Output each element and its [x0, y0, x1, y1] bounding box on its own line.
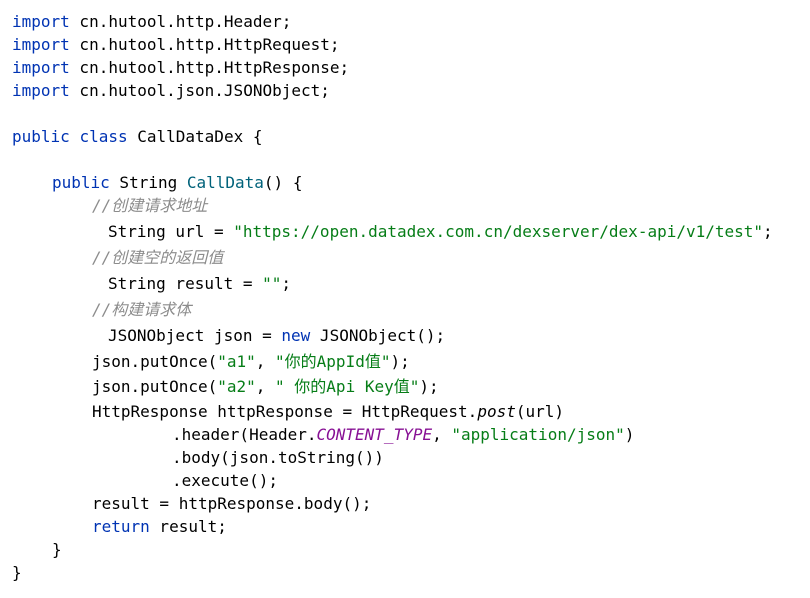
put-key-string: "a2": [217, 377, 256, 396]
keyword-class: class: [79, 127, 128, 146]
method-signature-tail: () {: [263, 173, 303, 192]
import-line: import cn.hutool.json.JSONObject;: [12, 81, 330, 101]
json-declaration: JSONObject json = new JSONObject();: [108, 326, 445, 346]
put-separator: ,: [255, 377, 276, 396]
post-args: (url): [515, 402, 565, 421]
put-start: json.putOnce(: [92, 352, 218, 371]
result-declaration: String result = "";: [108, 274, 291, 294]
result-assignment: result = httpResponse.body();: [92, 494, 372, 513]
keyword-return: return: [92, 517, 150, 536]
result-decl: String result =: [108, 274, 263, 293]
keyword-new: new: [281, 326, 311, 345]
put-separator: ,: [255, 352, 276, 371]
keyword-import: import: [12, 12, 70, 31]
method-return-type: String: [109, 173, 187, 192]
url-decl: String url =: [108, 222, 234, 241]
empty-string: "": [262, 274, 282, 293]
class-name: CallDataDex {: [127, 127, 263, 146]
execute-call: .execute();: [172, 471, 278, 490]
body-call: .body(json.toString()): [172, 448, 384, 467]
import-line: import cn.hutool.http.HttpRequest;: [12, 35, 340, 55]
url-string: "https://open.datadex.com.cn/dexserver/d…: [233, 222, 764, 241]
keyword-public: public: [52, 173, 110, 192]
comment-line: //创建请求地址: [92, 196, 208, 215]
code-editor[interactable]: import cn.hutool.http.Header; import cn.…: [0, 0, 810, 598]
comment-line: //构建请求体: [92, 300, 192, 319]
put-once-call: json.putOnce("a2", " 你的Api Key值");: [92, 377, 439, 397]
json-constructor: JSONObject();: [310, 326, 446, 345]
import-path: cn.hutool.json.JSONObject;: [69, 81, 330, 100]
post-method: post: [477, 402, 516, 421]
keyword-public: public: [12, 127, 70, 146]
keyword-import: import: [12, 81, 70, 100]
put-key-string: "a1": [217, 352, 256, 371]
method-close-brace: }: [52, 540, 62, 559]
header-start: .header(Header.: [172, 425, 317, 444]
put-once-call: json.putOnce("a1", "你的AppId值");: [92, 352, 410, 372]
put-value-string: " 你的Api Key值": [275, 377, 420, 396]
put-end: );: [419, 377, 439, 396]
import-path: cn.hutool.http.HttpRequest;: [69, 35, 340, 54]
comment-line: //创建空的返回值: [92, 248, 224, 267]
response-decl: HttpResponse httpResponse = HttpRequest.: [92, 402, 478, 421]
keyword-import: import: [12, 58, 70, 77]
import-line: import cn.hutool.http.HttpResponse;: [12, 58, 349, 78]
statement-end: ;: [281, 274, 292, 293]
method-declaration: public String CallData() {: [52, 173, 302, 193]
import-path: cn.hutool.http.Header;: [69, 12, 292, 31]
content-type-string: "application/json": [451, 425, 625, 444]
keyword-import: import: [12, 35, 70, 54]
header-end: ): [624, 425, 635, 444]
content-type-constant: CONTENT_TYPE: [316, 425, 433, 444]
http-response-declaration: HttpResponse httpResponse = HttpRequest.…: [92, 402, 564, 422]
import-line: import cn.hutool.http.Header;: [12, 12, 291, 32]
import-path: cn.hutool.http.HttpResponse;: [69, 58, 350, 77]
return-statement: return result;: [92, 517, 227, 537]
put-end: );: [390, 352, 410, 371]
class-close-brace: }: [12, 563, 22, 582]
url-declaration: String url = "https://open.datadex.com.c…: [108, 222, 773, 242]
class-declaration: public class CallDataDex {: [12, 127, 262, 147]
statement-end: ;: [763, 222, 773, 241]
put-start: json.putOnce(: [92, 377, 218, 396]
return-value: result;: [149, 517, 227, 536]
json-decl: JSONObject json =: [108, 326, 282, 345]
put-value-string: "你的AppId值": [275, 352, 391, 371]
header-call: .header(Header.CONTENT_TYPE, "applicatio…: [172, 425, 634, 445]
method-name: CallData: [186, 173, 264, 192]
header-separator: ,: [432, 425, 452, 444]
